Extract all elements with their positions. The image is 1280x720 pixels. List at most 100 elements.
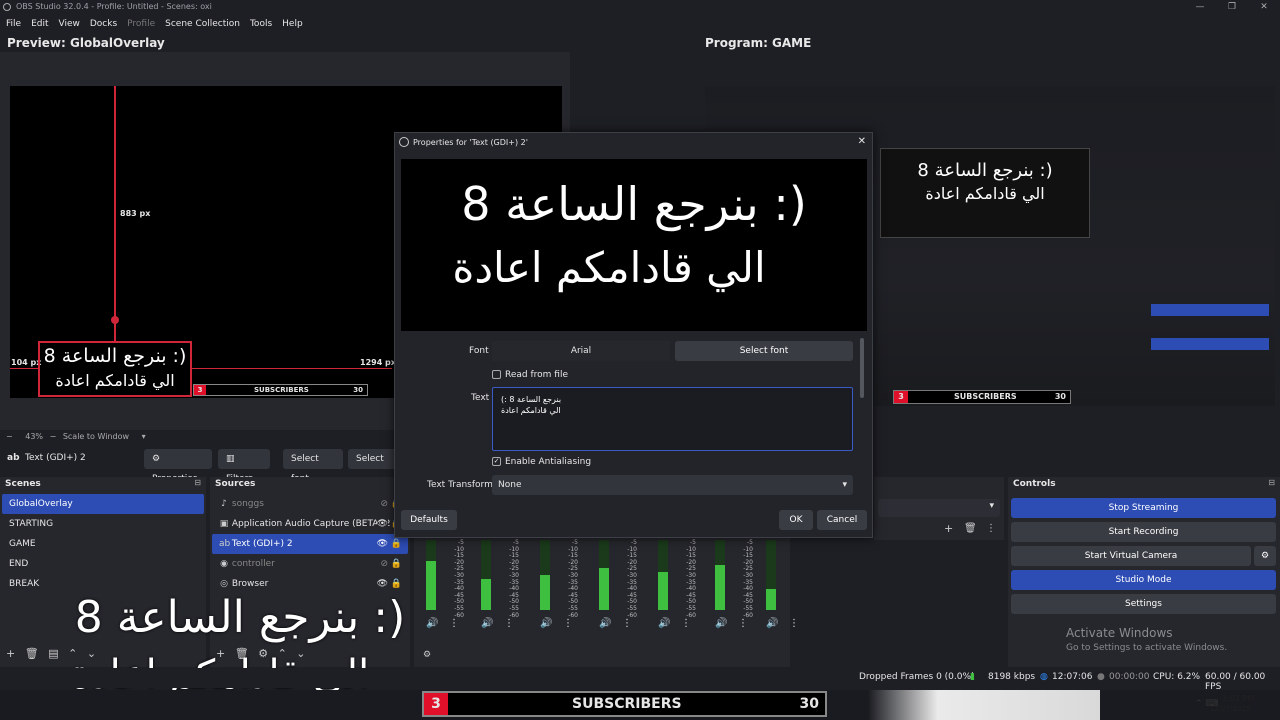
virtual-camera-gear-icon[interactable]: ⚙ (1254, 546, 1276, 566)
scene-item-break[interactable]: BREAK (2, 574, 204, 594)
mute-speaker-icon[interactable]: 🔊 (658, 618, 670, 629)
dropped-frames: Dropped Frames 0 (0.0%) (859, 672, 975, 682)
mute-speaker-icon[interactable]: 🔊 (540, 618, 552, 629)
mixer-menu-icon[interactable]: ⋮ (681, 618, 691, 629)
scene-item-globaloverlay[interactable]: GlobalOverlay (2, 494, 204, 514)
menu-file[interactable]: File (0, 16, 25, 32)
close-icon[interactable]: ✕ (858, 136, 866, 147)
mixer-scale: -5 -10 -15 -20 -25 -30 -35 -40 -45 -50 -55 -60 (686, 539, 696, 619)
nested-text-line2: الي قادامكم اعادة (925, 184, 1045, 203)
guide-line-vertical (114, 86, 116, 342)
menu-view[interactable]: View (53, 16, 84, 32)
scene-item-starting[interactable]: STARTING (2, 514, 204, 534)
menu-scene-collection[interactable]: Scene Collection (159, 16, 244, 32)
read-from-file-checkbox[interactable]: Read from file (492, 370, 568, 380)
volume-meter-fill (766, 589, 776, 610)
selected-source-box[interactable]: (: بنرجع الساعة 8 الي قادامكم اعادة (38, 341, 192, 397)
menu-tools[interactable]: Tools (244, 16, 276, 32)
remove-transition-icon[interactable]: 🗑 (964, 523, 977, 534)
mixer-menu-icon[interactable]: ⋮ (789, 618, 799, 629)
bitrate: 8198 kbps (988, 672, 1036, 682)
volume-meter (599, 540, 609, 610)
scrollbar[interactable] (860, 338, 864, 398)
transition-props-icon[interactable]: ⋮ (986, 523, 996, 534)
scene-item-game[interactable]: GAME (2, 534, 204, 554)
gear-icon: ⚙ (152, 454, 161, 464)
source-item-controller[interactable]: ◉ controller ⊘ 🔒 (212, 554, 408, 574)
add-transition-icon[interactable]: + (944, 522, 953, 535)
stop-streaming-button[interactable]: Stop Streaming (1011, 498, 1276, 518)
ok-button[interactable]: OK (779, 510, 813, 530)
nested-subscriber-bar: 3 SUBSCRIBERS 30 (893, 390, 1071, 404)
lock-icon[interactable]: 🔒 (391, 554, 402, 574)
mixer-menu-icon[interactable]: ⋮ (622, 618, 632, 629)
mixer-scale: -5 -10 -15 -20 -25 -30 -35 -40 -45 -50 -55 -60 (743, 539, 753, 619)
mixer-menu-icon[interactable]: ⋮ (563, 618, 573, 629)
menu-profile[interactable]: Profile (121, 16, 159, 32)
mute-speaker-icon[interactable]: 🔊 (426, 618, 438, 629)
text-transform-select[interactable]: None ▾ (492, 475, 853, 495)
settings-button[interactable]: Settings (1011, 594, 1276, 614)
mute-speaker-icon[interactable]: 🔊 (766, 618, 778, 629)
source-item-songgs[interactable]: ♪ songgs⊘🔒 (212, 494, 408, 514)
start-recording-button[interactable]: Start Recording (1011, 522, 1276, 542)
antialiasing-checkbox[interactable]: ✓ Enable Antialiasing (492, 457, 591, 467)
lock-icon[interactable]: 🔒 (391, 574, 402, 594)
cancel-button[interactable]: Cancel (817, 510, 867, 530)
undock-icon[interactable]: ⊟ (1268, 478, 1275, 487)
distance-label-top: 883 px (120, 209, 151, 218)
menu-docks[interactable]: Docks (84, 16, 121, 32)
signal-icon: ▮ (970, 672, 975, 682)
close-icon[interactable]: ✕ (1249, 0, 1279, 14)
eye-icon[interactable]: 👁 (377, 574, 388, 594)
properties-button[interactable]: ⚙ Properties (144, 449, 212, 484)
distance-label-right: 1294 px (360, 358, 396, 367)
sub-large-label: SUBSCRIBERS (572, 696, 682, 712)
mute-speaker-icon[interactable]: 🔊 (715, 618, 727, 629)
start-virtual-camera-button[interactable]: Start Virtual Camera (1011, 546, 1251, 566)
studio-mode-button[interactable]: Studio Mode (1011, 570, 1276, 590)
minimize-icon[interactable]: — (1185, 0, 1215, 14)
source-item-audio-capture[interactable]: ▣ Application Audio Capture (BETA) 2👁🔒 (212, 514, 408, 534)
mixer-menu-icon[interactable]: ⋮ (449, 618, 459, 629)
selected-source-label: Text (GDI+) 2 (25, 453, 86, 463)
remove-scene-icon[interactable]: 🗑 (25, 647, 39, 660)
undock-icon[interactable]: ⊟ (194, 478, 201, 487)
stream-icon: ◍ (1040, 672, 1048, 682)
mute-speaker-icon[interactable]: 🔊 (481, 618, 493, 629)
zoom-in-icon[interactable]: − (50, 432, 57, 441)
hidden-eye-icon[interactable]: ⊘ (380, 554, 388, 574)
overlay-text-line2: الي قادامكم اعادة (55, 371, 175, 390)
mixer-menu-icon[interactable]: ⋮ (738, 618, 748, 629)
mixer-settings-icon[interactable]: ⚙ (423, 650, 431, 660)
source-item-text-gdi[interactable]: ab Text (GDI+) 2 👁 🔒 (212, 534, 408, 554)
zoom-out-icon[interactable]: − (6, 432, 13, 441)
text-input[interactable]: (: بنرجع الساعة 8 الي قادامكم اعادة (492, 387, 853, 451)
hidden-eye-icon[interactable]: ⊘ (380, 494, 388, 514)
dialog-title: Properties for 'Text (GDI+) 2' (413, 138, 528, 147)
source-item-browser[interactable]: ◎ Browser 👁 🔒 (212, 574, 408, 594)
mixer-menu-icon[interactable]: ⋮ (504, 618, 514, 629)
select-color-button[interactable]: Select color (348, 449, 398, 469)
taskbar: 3 SUBSCRIBERS 30 ⌃ ⌨ 3:01 PM 12/27/2025 (0, 690, 1280, 720)
scale-mode[interactable]: Scale to Window (63, 432, 129, 441)
transitions-dock: ▾ + 🗑 ⋮ (874, 477, 1004, 540)
add-scene-icon[interactable]: + (6, 647, 15, 660)
eye-icon[interactable]: 👁 (377, 534, 388, 554)
clock-time[interactable]: 3:01 PM (1222, 694, 1254, 703)
transition-select[interactable]: ▾ (878, 499, 1000, 517)
scene-item-end[interactable]: END (2, 554, 204, 574)
eye-icon[interactable]: 👁 (376, 514, 388, 534)
sub-label: SUBSCRIBERS (254, 386, 309, 394)
select-font-button[interactable]: Select font (675, 341, 853, 361)
rotation-handle[interactable] (111, 316, 119, 324)
menu-edit[interactable]: Edit (25, 16, 52, 32)
defaults-button[interactable]: Defaults (401, 510, 457, 530)
chevron-down-icon[interactable]: ▾ (142, 432, 146, 441)
mute-speaker-icon[interactable]: 🔊 (599, 618, 611, 629)
maximize-icon[interactable]: ❐ (1217, 0, 1247, 14)
menu-help[interactable]: Help (276, 16, 307, 32)
select-font-button[interactable]: Select font (283, 449, 343, 484)
clock-date[interactable]: 12/27/2025 (1210, 705, 1250, 713)
filters-button[interactable]: ▥ Filters (218, 449, 270, 484)
